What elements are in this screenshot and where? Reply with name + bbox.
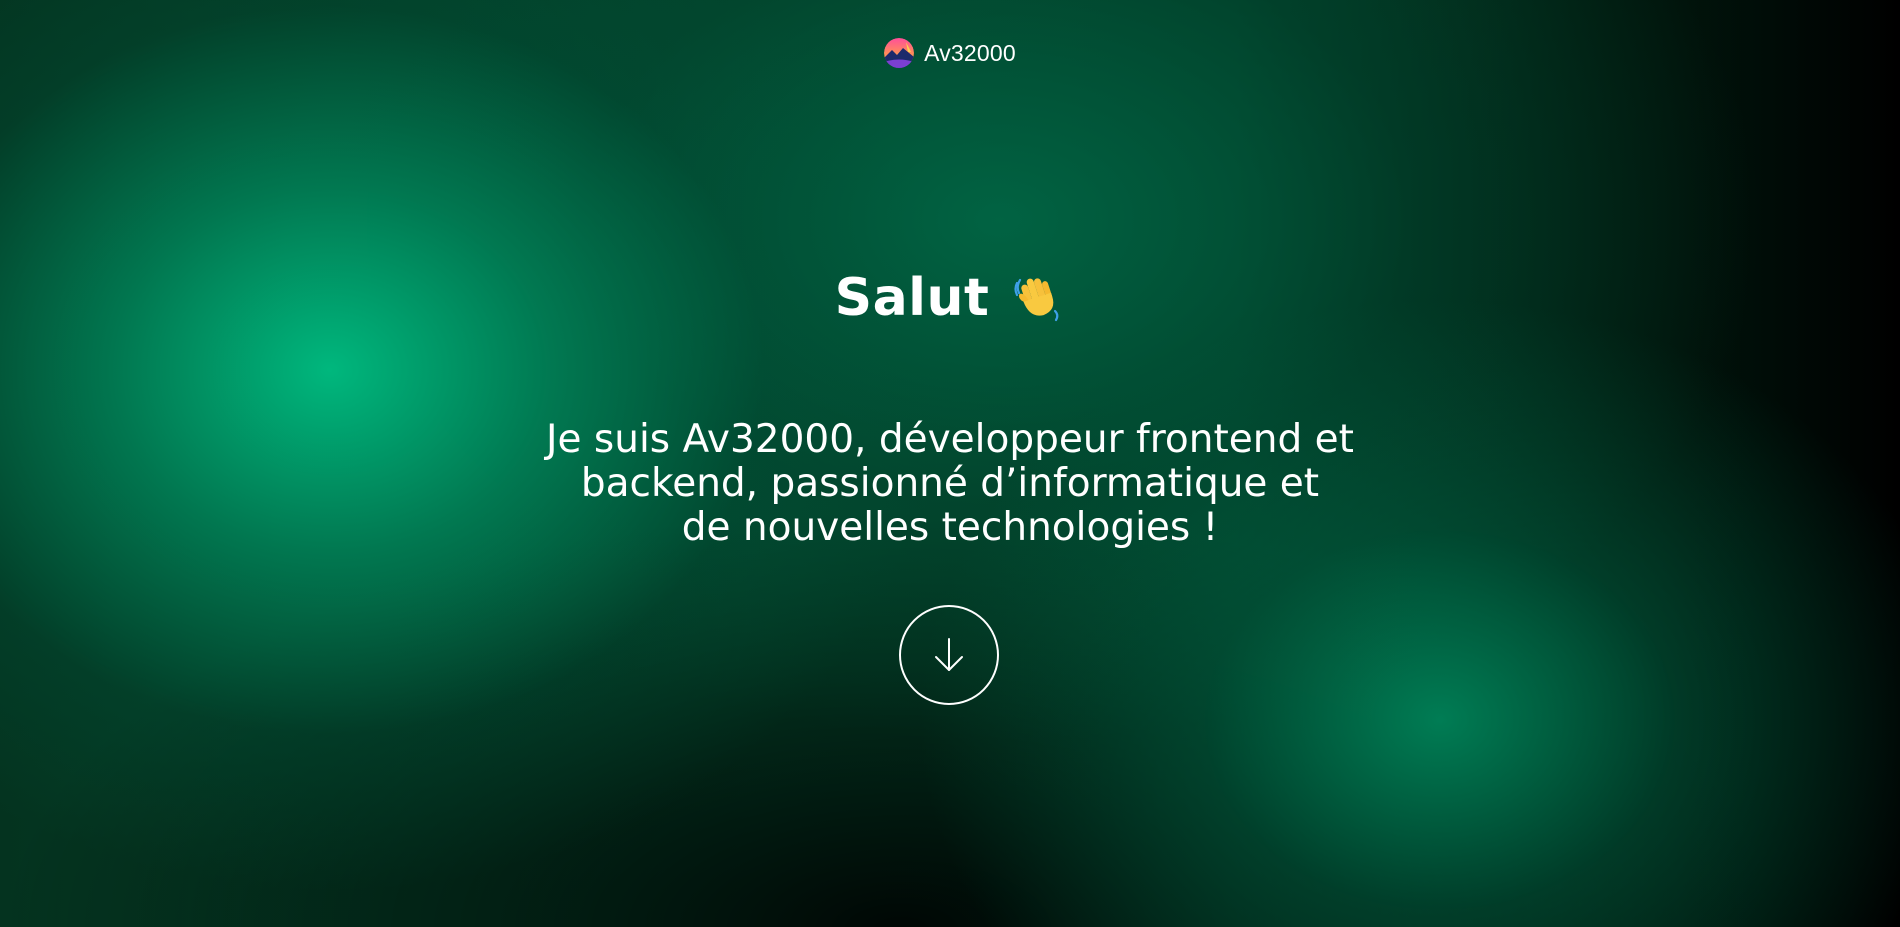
intro-text: Je suis Av32000, développeur frontend et… — [500, 418, 1400, 550]
greeting-text: Salut — [834, 268, 990, 328]
intro-line: backend, passionné d’informatique et — [580, 461, 1320, 506]
hero-section: Av32000 Salut Je suis Av32000, développe… — [0, 0, 1900, 927]
greeting-heading: Salut — [0, 268, 1900, 328]
brand-name[interactable]: Av32000 — [924, 40, 1016, 67]
intro-line: Je suis Av32000, développeur frontend et — [546, 417, 1354, 462]
scroll-down-button[interactable] — [899, 605, 999, 705]
avatar-sunset-icon — [884, 38, 915, 68]
arrow-down-icon — [935, 638, 963, 671]
intro-line: de nouvelles technologies ! — [681, 505, 1219, 550]
brand[interactable]: Av32000 — [0, 38, 1900, 68]
waving-hand-icon — [1014, 278, 1059, 322]
